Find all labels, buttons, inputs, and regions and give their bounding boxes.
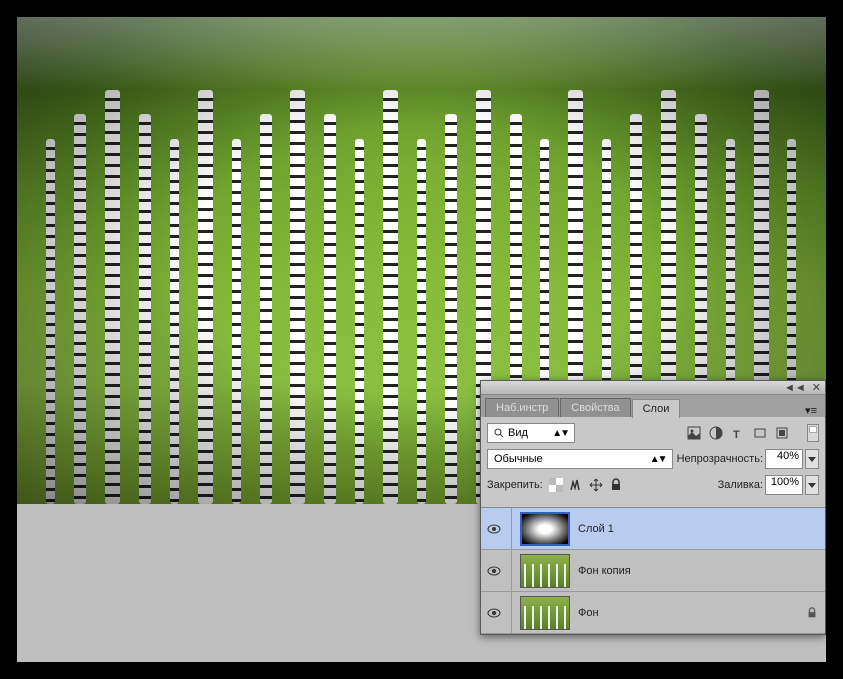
blend-dropdown-icon: ▲▼: [650, 454, 666, 465]
fill-label: Заливка:: [718, 479, 763, 491]
lock-all-icon[interactable]: [609, 478, 623, 492]
layer-filter-type[interactable]: Вид ▲▼: [487, 423, 575, 443]
lock-image-icon[interactable]: [569, 478, 583, 492]
blend-mode-select[interactable]: Обычные ▲▼: [487, 449, 673, 469]
layer-name[interactable]: Фон копия: [578, 565, 821, 577]
tab-properties[interactable]: Свойства: [560, 398, 630, 417]
layer-thumbnail[interactable]: [520, 596, 570, 630]
filter-adjustment-icon[interactable]: [709, 426, 723, 440]
layer-row[interactable]: Слой 1: [481, 508, 825, 550]
panel-menu-icon[interactable]: ▾≡: [797, 404, 825, 417]
close-icon[interactable]: ✕: [812, 381, 821, 394]
lock-position-icon[interactable]: [589, 478, 603, 492]
tab-presets[interactable]: Наб.инстр: [485, 398, 559, 417]
layer-thumbnail[interactable]: [520, 512, 570, 546]
filter-pixel-icon[interactable]: [687, 426, 701, 440]
opacity-input[interactable]: 40%: [765, 449, 803, 469]
filter-dropdown-icon: ▲▼: [552, 428, 568, 439]
blend-mode-value: Обычные: [494, 453, 543, 465]
layers-list: Слой 1 Фон копия Фон: [481, 507, 825, 634]
visibility-toggle-icon[interactable]: [485, 564, 503, 578]
tab-layers[interactable]: Слои: [632, 399, 681, 418]
panel-tabs: Наб.инстр Свойства Слои ▾≡: [481, 395, 825, 417]
filter-toggle-switch[interactable]: [807, 424, 819, 442]
svg-text:T: T: [733, 429, 740, 440]
fill-dropdown-icon[interactable]: [805, 475, 819, 495]
fill-input[interactable]: 100%: [765, 475, 803, 495]
layer-row[interactable]: Фон: [481, 592, 825, 634]
layer-row[interactable]: Фон копия: [481, 550, 825, 592]
layer-name[interactable]: Слой 1: [578, 523, 821, 535]
layer-name[interactable]: Фон: [578, 607, 795, 619]
filter-type-icon[interactable]: T: [731, 426, 745, 440]
layer-thumbnail[interactable]: [520, 554, 570, 588]
panel-titlebar: ◄◄ ✕: [481, 381, 825, 395]
lock-label: Закрепить:: [487, 479, 543, 491]
layers-panel: ◄◄ ✕ Наб.инстр Свойства Слои ▾≡ Вид ▲▼ T: [480, 380, 826, 635]
collapse-icon[interactable]: ◄◄: [784, 382, 806, 394]
filter-shape-icon[interactable]: [753, 426, 767, 440]
opacity-dropdown-icon[interactable]: [805, 449, 819, 469]
filter-label: Вид: [508, 427, 528, 439]
visibility-toggle-icon[interactable]: [485, 606, 503, 620]
lock-icon: [803, 607, 821, 619]
visibility-toggle-icon[interactable]: [485, 522, 503, 536]
filter-smartobject-icon[interactable]: [775, 426, 789, 440]
lock-transparency-icon[interactable]: [549, 478, 563, 492]
opacity-label: Непрозрачность:: [677, 453, 763, 465]
